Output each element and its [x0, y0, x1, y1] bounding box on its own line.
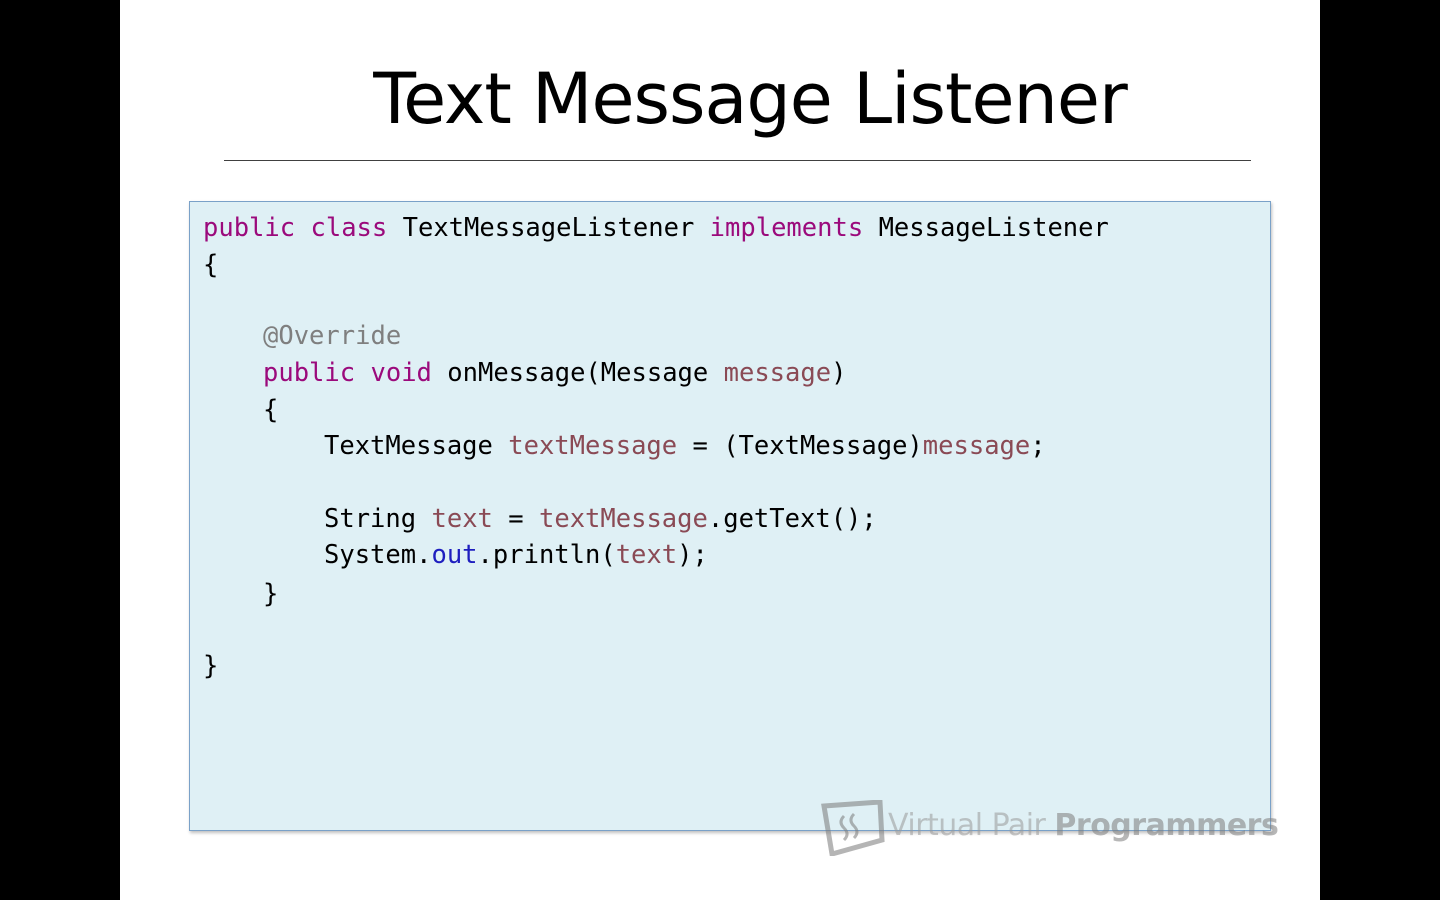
variable: textMessage: [508, 431, 678, 461]
code-line-method-signature: public void onMessage(Message message): [263, 355, 846, 391]
keyword: public: [203, 213, 296, 243]
keyword: public: [263, 358, 356, 388]
slide-title: Text Message Listener: [373, 58, 1128, 140]
watermark: Virtual Pair Programmers: [820, 798, 1290, 858]
variable-ref: message: [922, 431, 1031, 461]
code-line-close-brace-class: }: [203, 651, 219, 681]
code-line-open-brace: {: [263, 395, 279, 425]
code-line-2: {: [203, 250, 219, 280]
type-name: TextMessage: [324, 431, 493, 461]
vpp-logo-icon: [821, 800, 885, 856]
method-call: .println(: [477, 540, 616, 570]
annotation: @Override: [263, 321, 402, 351]
method-name: onMessage(Message: [447, 358, 709, 388]
parameter: message: [723, 358, 832, 388]
paren-semicolon: );: [677, 540, 708, 570]
paren: ): [831, 358, 847, 388]
variable-ref: text: [615, 540, 678, 570]
class-name: TextMessageListener: [402, 213, 695, 243]
class-ref: System.: [324, 540, 432, 570]
watermark-text: Virtual Pair Programmers: [888, 808, 1279, 843]
semicolon: ;: [1030, 431, 1046, 461]
title-divider: [224, 160, 1251, 161]
code-line-annotation: @Override: [263, 318, 401, 354]
static-field: out: [431, 540, 478, 570]
code-line-println: System.out.println(text);: [324, 537, 708, 573]
watermark-brand-bold: Programmers: [1054, 808, 1279, 843]
code-line-close-brace-method: }: [263, 579, 279, 609]
code-line-gettext: String text = textMessage.getText();: [324, 501, 877, 537]
variable-ref: textMessage: [538, 504, 708, 534]
keyword: void: [370, 358, 432, 388]
watermark-brand-light: Virtual Pair: [888, 808, 1055, 843]
slide: Text Message Listener public class TextM…: [120, 0, 1320, 900]
cast-expression: = (TextMessage): [692, 431, 923, 461]
equals: =: [508, 504, 524, 534]
code-line-cast: TextMessage textMessage = (TextMessage)m…: [324, 428, 1046, 464]
code-line-1: public class TextMessageListener impleme…: [203, 210, 1109, 246]
code-block: public class TextMessageListener impleme…: [189, 201, 1271, 831]
interface-name: MessageListener: [878, 213, 1109, 243]
variable: text: [431, 504, 493, 534]
keyword: class: [310, 213, 388, 243]
type-name: String: [324, 504, 417, 534]
method-call: .getText();: [707, 504, 877, 534]
keyword: implements: [709, 213, 864, 243]
